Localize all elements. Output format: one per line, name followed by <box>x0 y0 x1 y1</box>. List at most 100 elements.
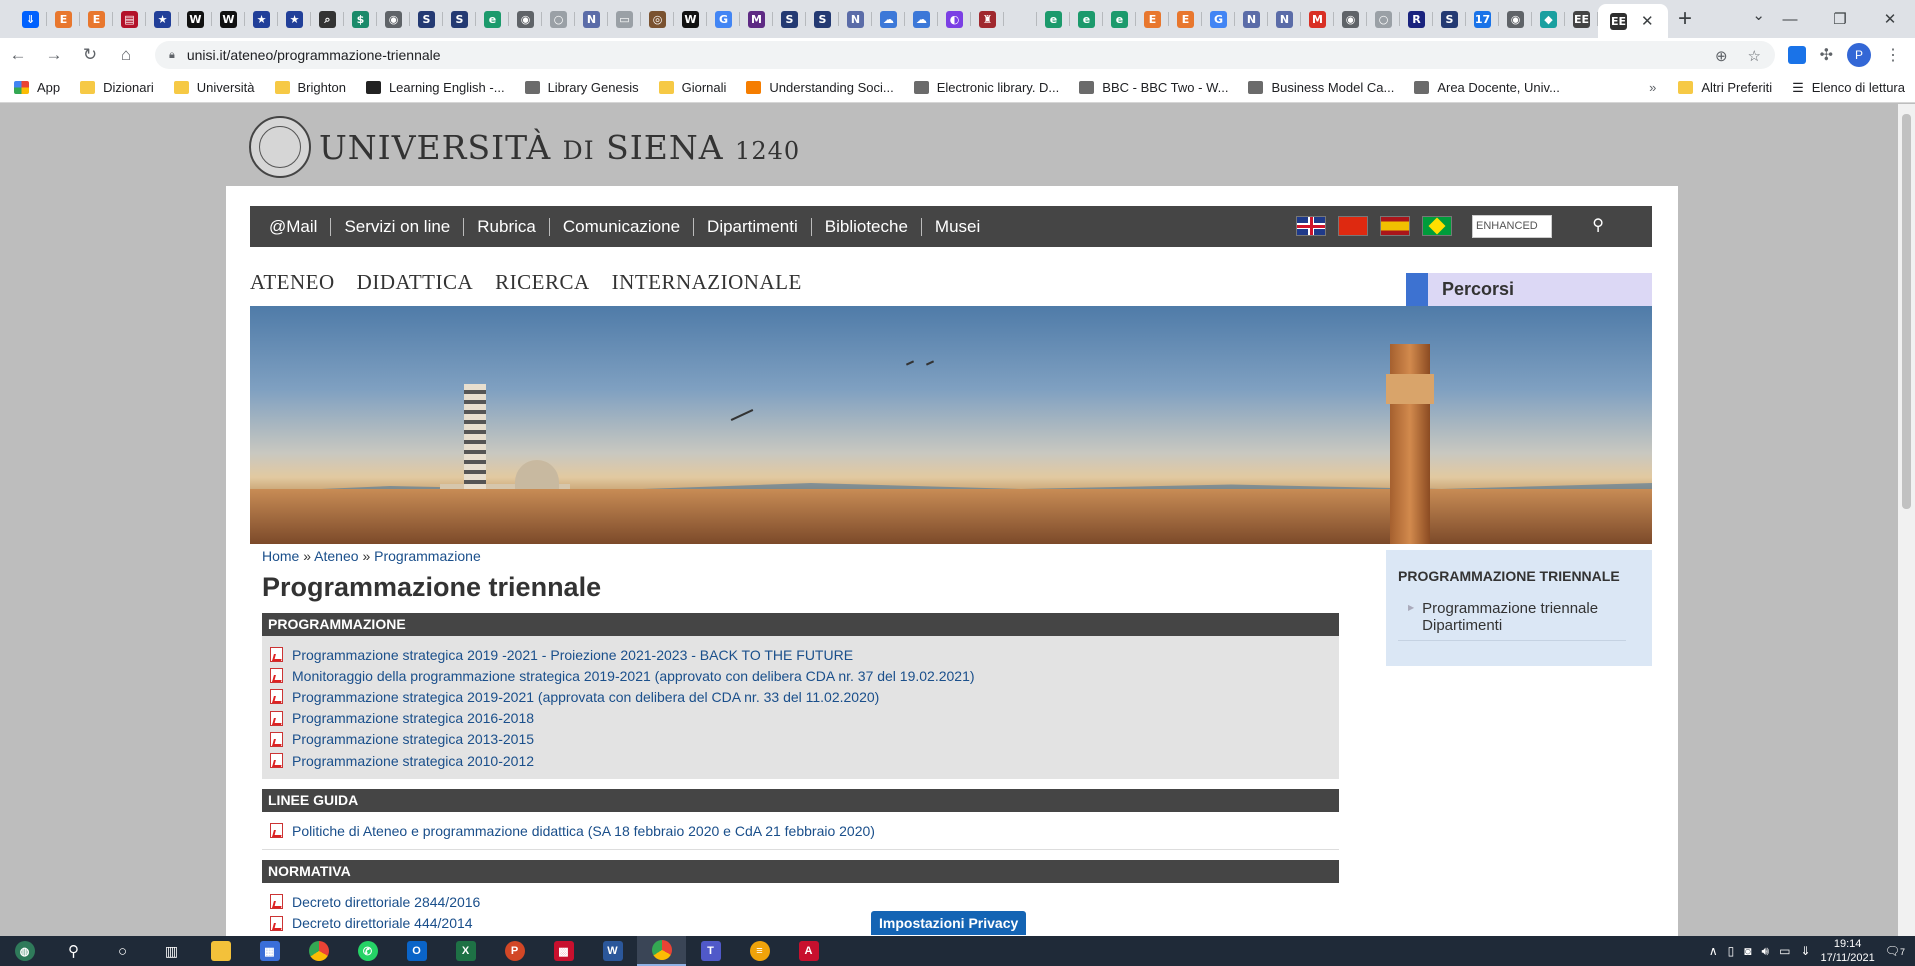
browser-tab[interactable]: S <box>443 0 476 38</box>
browser-tab[interactable]: S <box>1433 0 1466 38</box>
lock-icon[interactable]: 🔒︎ <box>169 49 175 62</box>
mainnav-item[interactable]: INTERNAZIONALE <box>612 270 802 295</box>
close-window-icon[interactable]: ✕ <box>1865 10 1915 28</box>
browser-tab[interactable]: ⌕ <box>311 0 344 38</box>
browser-tab[interactable]: ☁ <box>905 0 938 38</box>
mainnav-item[interactable]: DIDATTICA <box>357 270 473 295</box>
percorsi-box[interactable]: Percorsi <box>1406 273 1652 306</box>
taskbar-chrome-profile[interactable] <box>637 936 686 966</box>
dropbox-icon[interactable]: ⇓ <box>1800 944 1810 958</box>
browser-tab[interactable]: ◉ <box>377 0 410 38</box>
mainnav-item[interactable]: RICERCA <box>495 270 590 295</box>
battery-icon[interactable]: ▯ <box>1728 944 1735 958</box>
chinese-flag-icon[interactable] <box>1338 216 1368 236</box>
browser-tab[interactable]: S <box>806 0 839 38</box>
browser-tab[interactable]: R <box>1400 0 1433 38</box>
sidebar-link-label[interactable]: Programmazione triennale Dipartimenti <box>1422 600 1626 634</box>
browser-tab[interactable]: e <box>1103 0 1136 38</box>
document-link[interactable]: Programmazione strategica 2019 -2021 - P… <box>270 644 1331 665</box>
more-bookmarks-icon[interactable]: » <box>1649 80 1656 95</box>
document-link-label[interactable]: Decreto direttoriale 444/2014 <box>292 915 473 931</box>
bookmark-item[interactable]: Università <box>173 80 255 95</box>
bookmark-item[interactable]: Electronic library. D... <box>913 80 1059 95</box>
other-bookmarks-folder[interactable]: Altri Preferiti <box>1678 80 1772 95</box>
url-text[interactable]: unisi.it/ateneo/programmazione-triennale <box>187 47 441 63</box>
document-link-label[interactable]: Programmazione strategica 2019-2021 (app… <box>292 689 879 705</box>
browser-tab[interactable]: N <box>1268 0 1301 38</box>
bookmark-item[interactable]: Learning English -... <box>365 80 505 95</box>
spanish-flag-icon[interactable] <box>1380 216 1410 236</box>
browser-tab[interactable]: ○ <box>542 0 575 38</box>
restore-icon[interactable]: ❐ <box>1815 10 1865 28</box>
browser-tab[interactable]: G <box>1202 0 1235 38</box>
bookmark-star-icon[interactable]: ☆ <box>1748 47 1761 65</box>
page-scrollbar[interactable] <box>1898 104 1915 936</box>
document-link[interactable]: Programmazione strategica 2019-2021 (app… <box>270 686 1331 707</box>
bookmark-item[interactable]: BBC - BBC Two - W... <box>1079 80 1228 95</box>
browser-tab[interactable]: ★ <box>146 0 179 38</box>
active-tab[interactable]: EE ✕ <box>1598 4 1668 38</box>
breadcrumb-home[interactable]: Home <box>262 548 299 564</box>
clock[interactable]: 19:14 17/11/2021 <box>1821 937 1875 965</box>
profile-avatar[interactable]: P <box>1847 43 1871 67</box>
document-link[interactable]: Programmazione strategica 2013-2015 <box>270 729 1331 750</box>
reload-icon[interactable]: ↻ <box>72 45 108 65</box>
breadcrumb-ateneo[interactable]: Ateneo <box>314 548 358 564</box>
browser-tab[interactable]: ★ <box>278 0 311 38</box>
bookmark-item[interactable]: Area Docente, Univ... <box>1414 80 1560 95</box>
topnav-item[interactable]: Servizi on line <box>331 217 465 236</box>
document-link-label[interactable]: Monitoraggio della programmazione strate… <box>292 668 975 684</box>
sidebar-link[interactable]: ▶ Programmazione triennale Dipartimenti <box>1398 600 1626 641</box>
home-icon[interactable]: ⌂ <box>108 45 144 65</box>
browser-tab[interactable]: ◐ <box>938 0 971 38</box>
browser-tab[interactable]: ▭ <box>608 0 641 38</box>
topnav-item[interactable]: Comunicazione <box>550 217 695 236</box>
minimize-icon[interactable]: — <box>1765 11 1815 28</box>
bookmark-item[interactable]: Understanding Soci... <box>746 80 894 95</box>
chevron-up-icon[interactable]: ∧ <box>1709 944 1718 958</box>
topnav-item[interactable]: @Mail <box>256 217 332 236</box>
search-icon[interactable]: ⚲ <box>1592 215 1604 235</box>
browser-tab[interactable]: E <box>1136 0 1169 38</box>
browser-tab[interactable]: N <box>1235 0 1268 38</box>
browser-tab[interactable]: N <box>839 0 872 38</box>
document-link-label[interactable]: Programmazione strategica 2010-2012 <box>292 753 534 769</box>
browser-tab[interactable]: $ <box>344 0 377 38</box>
volume-icon[interactable]: 🔊︎ <box>1762 944 1770 959</box>
security-icon[interactable]: ◙ <box>1744 944 1751 958</box>
address-bar[interactable]: 🔒︎ unisi.it/ateneo/programmazione-trienn… <box>155 41 1775 69</box>
puzzle-icon[interactable]: ✣ <box>1820 45 1833 65</box>
site-search-input[interactable]: ENHANCED <box>1472 215 1552 238</box>
network-icon[interactable]: ▭ <box>1779 944 1790 958</box>
browser-tab[interactable]: ★ <box>245 0 278 38</box>
taskbar-powerpoint[interactable]: P <box>490 936 539 966</box>
browser-tab[interactable]: EE <box>1565 0 1598 38</box>
browser-tab[interactable]: N <box>575 0 608 38</box>
browser-tab[interactable]: ♜ <box>971 0 1004 38</box>
browser-tab[interactable]: ○ <box>1367 0 1400 38</box>
bookmark-item[interactable]: Business Model Ca... <box>1248 80 1394 95</box>
browser-tab[interactable]: e <box>1037 0 1070 38</box>
taskbar-chrome[interactable] <box>294 936 343 966</box>
browser-tab[interactable]: ◉ <box>1499 0 1532 38</box>
english-flag-icon[interactable] <box>1296 216 1326 236</box>
browser-tab[interactable] <box>1004 0 1037 38</box>
taskbar-explorer[interactable] <box>196 936 245 966</box>
taskbar-outlook[interactable]: O <box>392 936 441 966</box>
cortana-button[interactable]: ○ <box>98 936 147 966</box>
taskbar-calculator[interactable]: ▦ <box>245 936 294 966</box>
document-link-label[interactable]: Programmazione strategica 2019 -2021 - P… <box>292 647 853 663</box>
document-link[interactable]: Monitoraggio della programmazione strate… <box>270 665 1331 686</box>
bookmark-item[interactable]: Dizionari <box>80 80 154 95</box>
browser-tab[interactable]: ▤ <box>113 0 146 38</box>
zoom-icon[interactable]: ⊕ <box>1715 47 1728 65</box>
document-link-label[interactable]: Programmazione strategica 2013-2015 <box>292 731 534 747</box>
browser-tab[interactable]: E <box>80 0 113 38</box>
browser-tab[interactable]: ◆ <box>1532 0 1565 38</box>
browser-tab[interactable]: G <box>707 0 740 38</box>
browser-tab[interactable]: S <box>410 0 443 38</box>
browser-tab[interactable]: e <box>476 0 509 38</box>
browser-tab[interactable]: ⇓ <box>14 0 47 38</box>
bookmark-item[interactable]: Giornali <box>658 80 726 95</box>
back-icon[interactable]: ← <box>0 45 36 65</box>
